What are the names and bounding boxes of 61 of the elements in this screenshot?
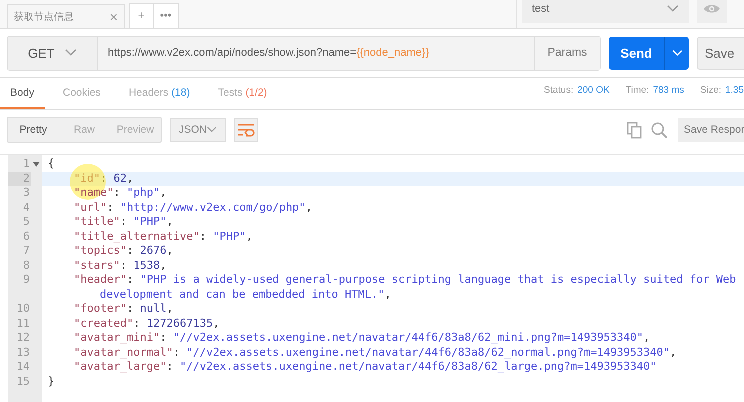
- send-options-button[interactable]: [664, 36, 689, 70]
- fold-arrow-icon[interactable]: [33, 162, 40, 167]
- line-number: 10: [16, 302, 31, 316]
- line-number: 13: [16, 346, 31, 360]
- meta-label: Size:: [700, 85, 722, 96]
- view-mode-button[interactable]: Preview: [110, 118, 161, 142]
- line-number: 3: [22, 186, 31, 200]
- response-tab[interactable]: Tests (1/2): [208, 78, 278, 109]
- code-line: "title_alternative": "PHP",: [73, 230, 253, 244]
- code-line: "footer": null,: [73, 302, 174, 316]
- code-line: "avatar_mini": "//v2ex.assets.uxengine.net/navatar/44f6/83a8/62_mini.png?m=1493953340",: [73, 331, 650, 346]
- line-number: 5: [22, 215, 31, 230]
- code-line: {: [48, 157, 55, 172]
- line-number: 12: [16, 331, 31, 346]
- line-number: 9: [22, 273, 31, 288]
- line-number: 11: [16, 316, 31, 331]
- line-number: 15: [16, 374, 31, 389]
- response-tab[interactable]: Headers (18): [118, 78, 200, 109]
- view-mode-button[interactable]: Pretty: [8, 118, 59, 142]
- line-number: 6: [22, 230, 31, 244]
- code-line: "topics": 2676,: [73, 244, 174, 258]
- eye-icon: [703, 3, 721, 15]
- response-tab[interactable]: Body: [0, 78, 45, 109]
- response-tab[interactable]: Cookies: [53, 78, 111, 109]
- wrap-lines-icon: [237, 123, 255, 137]
- line-number: 7: [22, 244, 31, 258]
- format-dropdown[interactable]: JSON: [170, 118, 226, 142]
- meta-label: Status:: [544, 85, 574, 96]
- code-line: "title": "PHP",: [73, 215, 174, 230]
- meta-value: 1.35: [726, 85, 744, 96]
- code-line: "id": 62,: [73, 172, 134, 186]
- eye-button[interactable]: [697, 0, 727, 23]
- line-number: 2: [8, 172, 31, 186]
- copy-icon[interactable]: [627, 122, 643, 138]
- code-line: }: [48, 374, 55, 389]
- line-number: 1: [22, 157, 31, 172]
- chevron-icon: [667, 5, 679, 13]
- meta-value: 200 OK: [578, 85, 610, 96]
- wrap-button[interactable]: [234, 118, 258, 142]
- code-line: "avatar_large": "//v2ex.assets.uxengine.net/navatar/44f6/83a8/62_large.png?m=1493953340": [73, 360, 657, 374]
- chevron-icon: [207, 126, 217, 134]
- code-line: "url": "http://www.v2ex.com/go/php",: [73, 200, 312, 215]
- view-mode-button[interactable]: Raw: [59, 118, 110, 142]
- chevron-icon: [672, 50, 682, 56]
- send-button[interactable]: Send: [609, 36, 664, 70]
- code-line: development and can be embedded into HTML.",: [99, 288, 392, 302]
- save-button[interactable]: Save: [697, 36, 744, 70]
- code-line: "created": 1272667135,: [73, 316, 220, 331]
- environment-dropdown[interactable]: test: [522, 0, 689, 23]
- line-number: 14: [16, 360, 31, 374]
- meta-label: Time:: [626, 85, 650, 96]
- code-line: "header": "PHP is a widely-used general-purpose scripting language that is especially suited for Web: [73, 273, 736, 288]
- code-line: "stars": 1538,: [73, 258, 167, 273]
- line-number: 4: [22, 200, 31, 215]
- meta-value: 783 ms: [653, 85, 684, 96]
- line-number: 8: [22, 258, 31, 273]
- tab-title: 获取节点信息: [14, 10, 74, 24]
- code-line: "avatar_normal": "//v2ex.assets.uxengine.net/navatar/44f6/83a8/62_normal.png?m=1493953340",: [73, 346, 677, 360]
- search-icon[interactable]: [651, 122, 668, 138]
- request-tab[interactable]: 获取节点信息 ×: [7, 4, 125, 28]
- close-button[interactable]: ×: [110, 8, 118, 24]
